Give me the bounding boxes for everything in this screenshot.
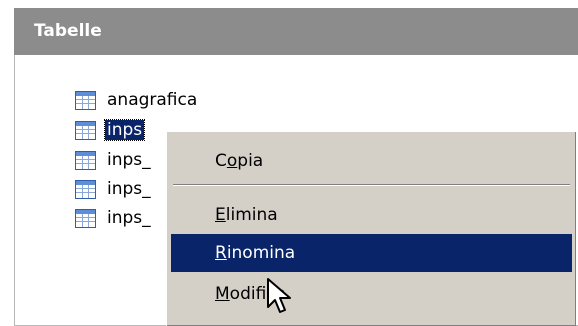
menu-item-rinomina[interactable]: Rinomina [171,234,572,272]
tables-view: Tabelle anagrafica inps inps_ inps_ inps… [0,0,578,326]
table-item-inps[interactable]: inps [75,117,146,143]
menu-mnemonic: E [215,205,226,225]
table-icon [75,208,96,228]
table-icon [75,179,96,199]
arrow-cursor-icon [266,277,298,317]
table-item-inps-4[interactable]: inps_ [75,205,153,231]
menu-separator [173,184,570,186]
table-item-anagrafica[interactable]: anagrafica [75,87,199,113]
table-icon [75,120,96,140]
context-menu: Copia Elimina Rinomina Modifica [166,131,576,326]
menu-mnemonic: o [226,151,238,171]
table-item-label-selected: inps [103,119,146,141]
table-item-inps-2[interactable]: inps_ [75,147,153,173]
menu-mnemonic: M [215,284,230,304]
menu-item-elimina[interactable]: Elimina [171,196,572,234]
menu-item-label: Copia [215,151,264,171]
menu-item-label: Rinomina [215,243,296,263]
panel-header: Tabelle [14,8,578,55]
table-icon [75,150,96,170]
table-item-inps-3[interactable]: inps_ [75,176,153,202]
menu-mnemonic: R [215,243,227,263]
menu-item-modifica[interactable]: Modifica [171,275,572,313]
table-item-label: anagrafica [107,90,198,110]
table-item-label: inps_ [107,150,151,170]
panel-title: Tabelle [34,21,102,41]
table-item-label: inps_ [107,208,151,228]
table-icon [75,90,96,110]
menu-item-label: Elimina [215,205,278,225]
table-item-label: inps_ [107,179,151,199]
menu-item-copia[interactable]: Copia [171,142,572,180]
